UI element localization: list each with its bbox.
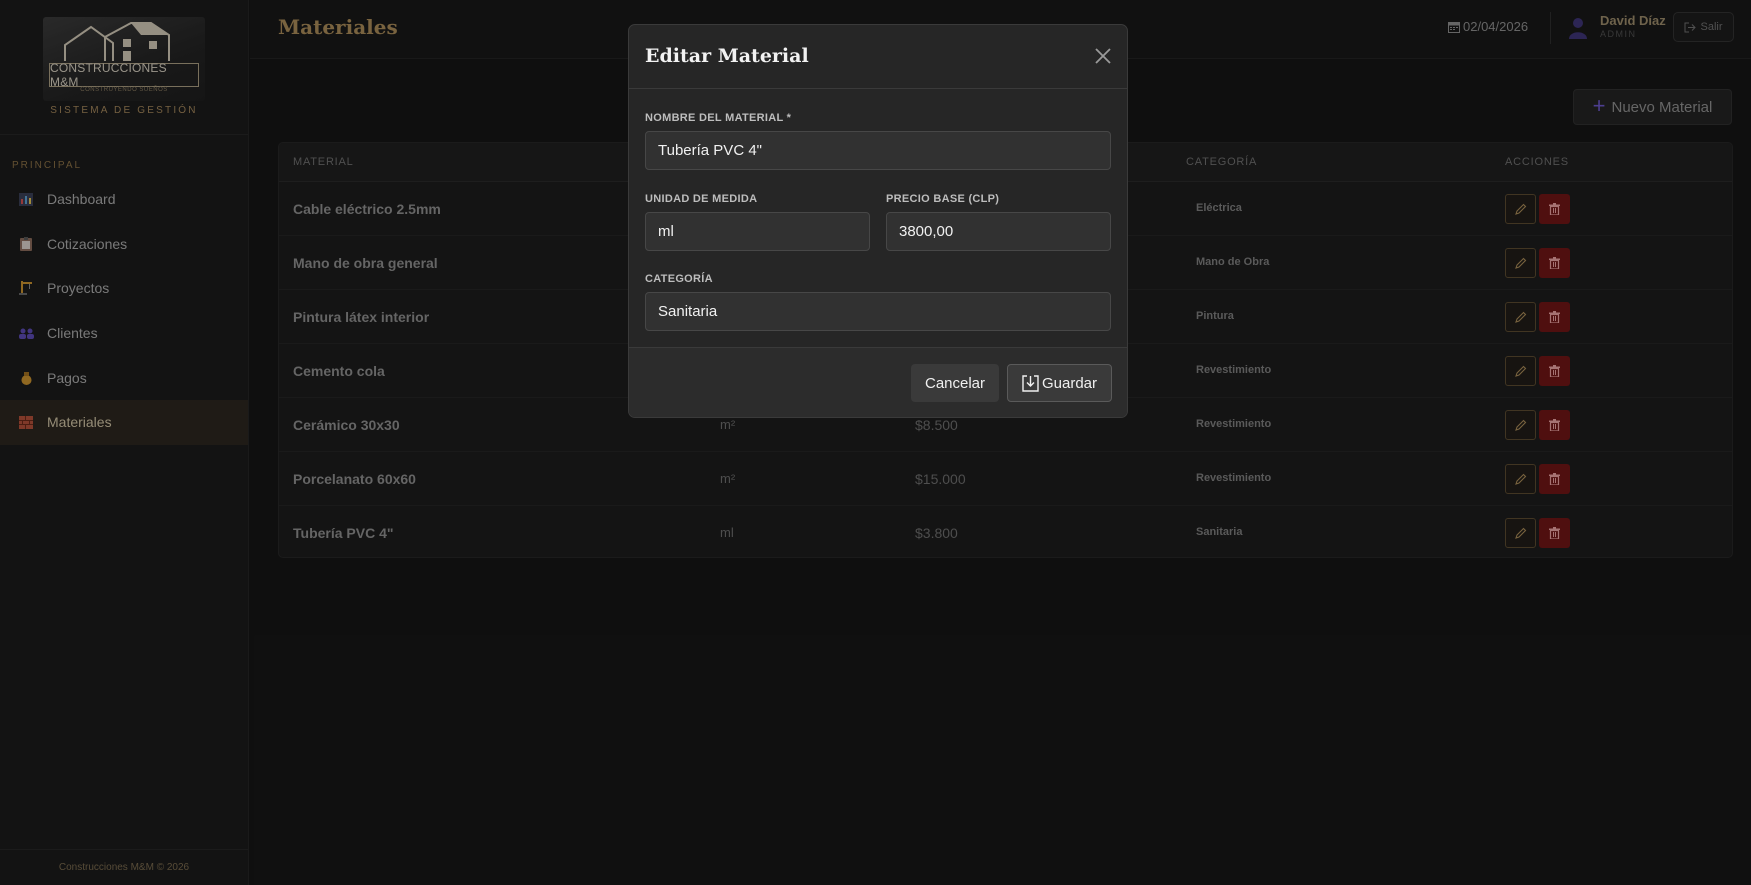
save-button[interactable]: Guardar [1007,364,1112,402]
material-name-input[interactable] [645,131,1111,170]
price-input[interactable] [886,212,1111,251]
modal-title: Editar Material [645,45,809,67]
download-save-icon [1022,374,1039,392]
cancel-button[interactable]: Cancelar [911,364,999,402]
unit-label: UNIDAD DE MEDIDA [645,193,758,205]
modal-footer: Cancelar Guardar [629,347,1127,417]
unit-input[interactable] [645,212,870,251]
category-input[interactable] [645,292,1111,331]
price-label: PRECIO BASE (CLP) [886,193,1000,205]
name-label: NOMBRE DEL MATERIAL * [645,112,792,124]
edit-material-modal: Editar Material NOMBRE DEL MATERIAL * UN… [628,24,1128,418]
close-icon[interactable] [1092,45,1114,67]
modal-header: Editar Material [629,25,1127,89]
category-label: CATEGORÍA [645,273,713,285]
save-label: Guardar [1041,374,1098,392]
